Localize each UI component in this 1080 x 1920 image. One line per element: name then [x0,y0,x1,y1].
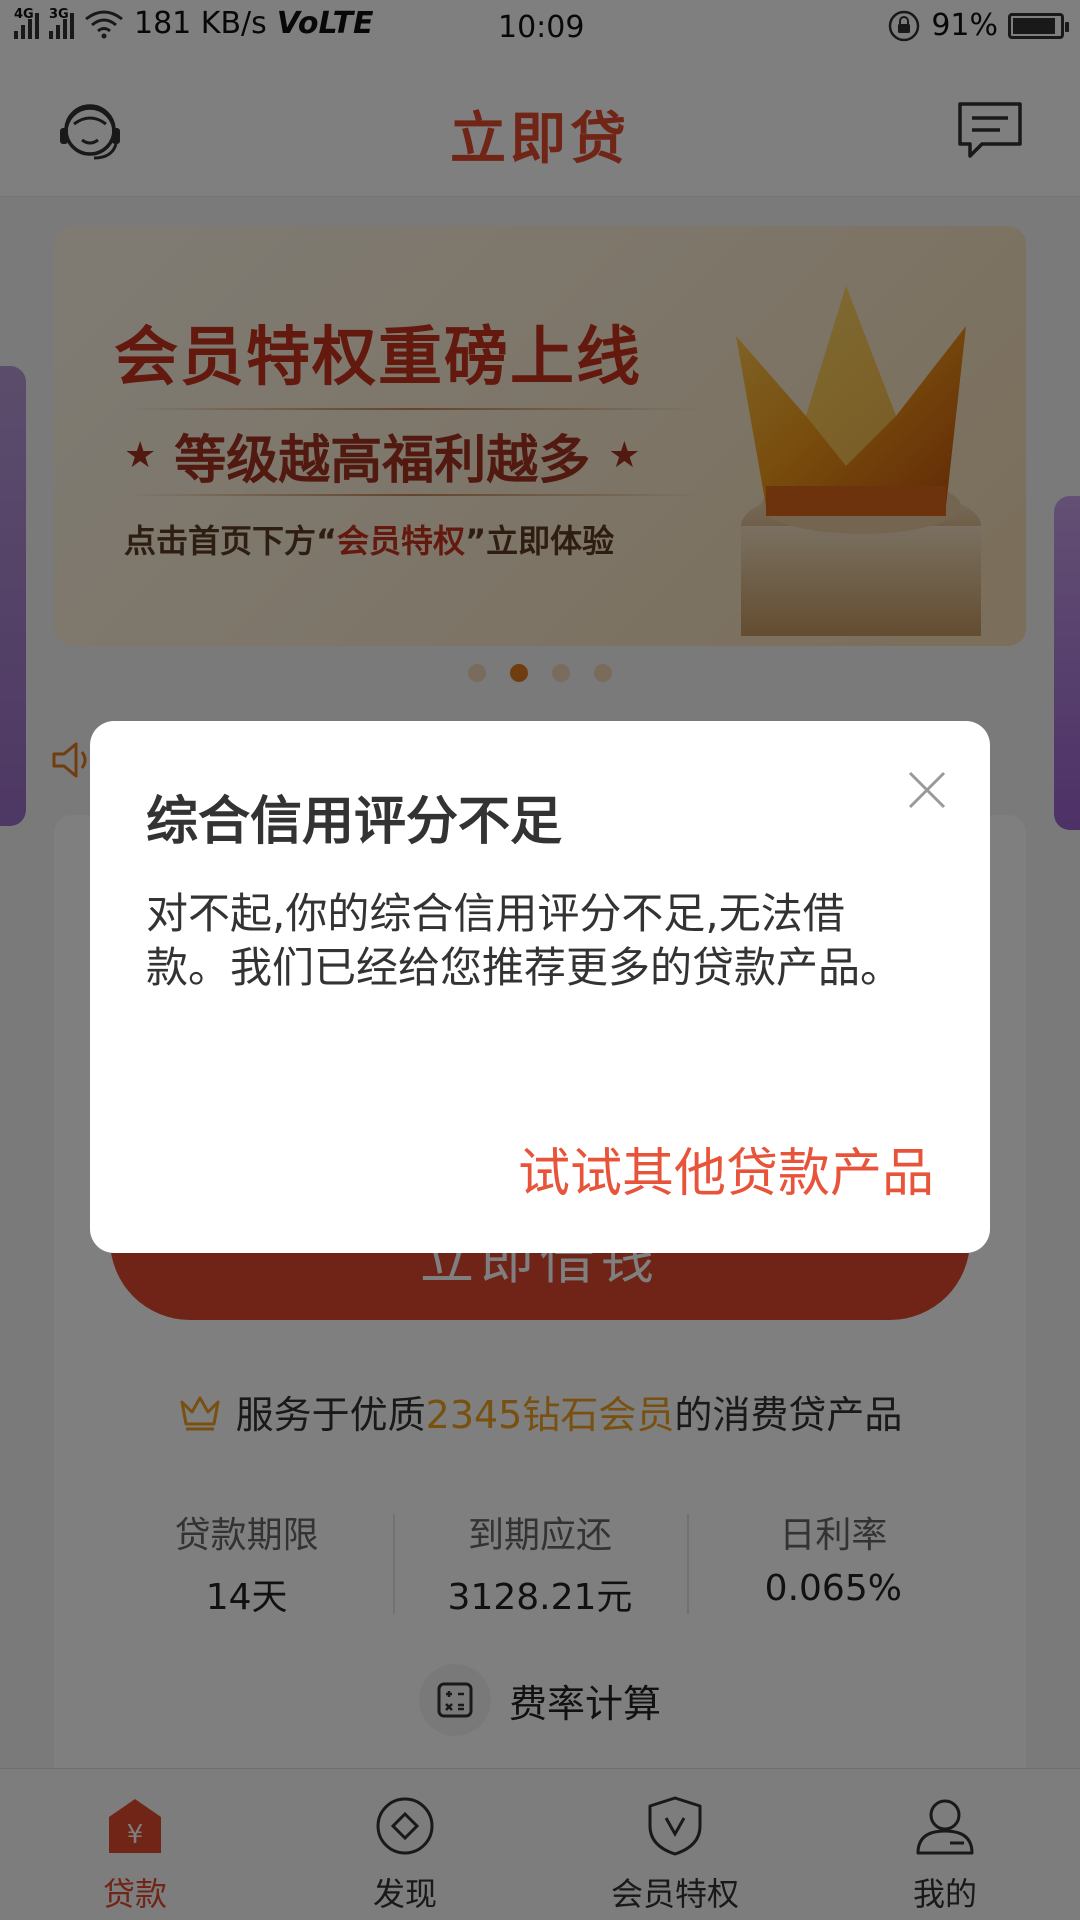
credit-score-dialog: 综合信用评分不足 对不起,你的综合信用评分不足,无法借款。我们已经给您推荐更多的… [90,721,990,1253]
dialog-title: 综合信用评分不足 [146,792,563,852]
dialog-message: 对不起,你的综合信用评分不足,无法借款。我们已经给您推荐更多的贷款产品。 [146,889,903,992]
try-other-products-button[interactable]: 试试其他贷款产品 [518,1131,934,1206]
app-root: 4G 3G 181 KB/s VoLTE 10:09 91% [0,0,1080,1920]
close-icon[interactable] [902,765,952,815]
